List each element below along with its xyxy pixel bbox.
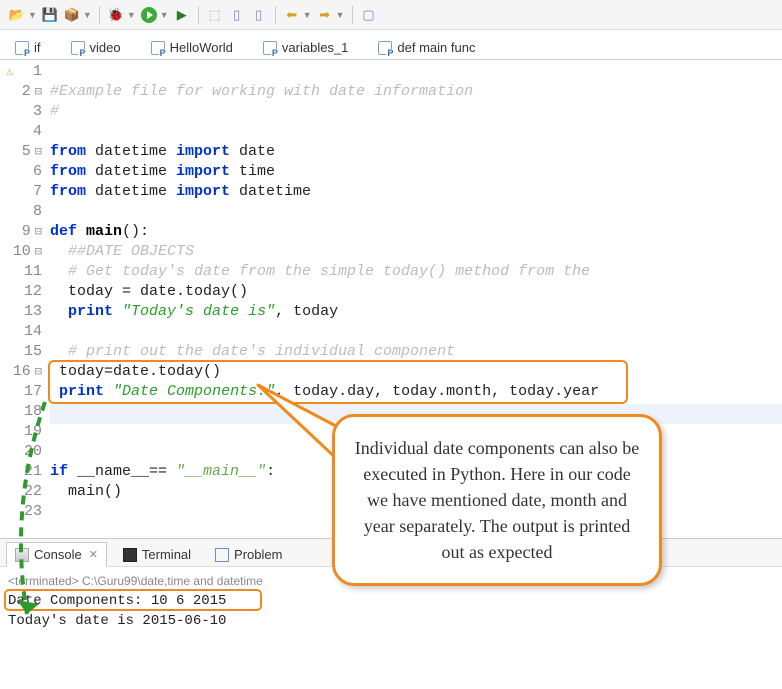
line-number: 22 bbox=[0, 482, 42, 502]
tab-console[interactable]: Console ✕ bbox=[6, 542, 107, 567]
annotation-callout: Individual date components can also be e… bbox=[332, 414, 662, 586]
box-icon[interactable]: ▯ bbox=[250, 6, 268, 24]
console-icon bbox=[15, 548, 29, 562]
close-icon[interactable]: ✕ bbox=[89, 548, 98, 561]
terminal-icon bbox=[123, 548, 137, 562]
doc-icon[interactable]: ▯ bbox=[228, 6, 246, 24]
line-number: 18 bbox=[0, 402, 42, 422]
python-file-icon bbox=[378, 41, 392, 55]
dropdown-icon[interactable]: ▼ bbox=[127, 10, 136, 20]
tab-problems[interactable]: Problem bbox=[207, 543, 290, 566]
wand-icon[interactable]: ⬚ bbox=[206, 6, 224, 24]
line-number: 6 bbox=[0, 162, 42, 182]
tab-label: variables_1 bbox=[282, 40, 349, 55]
dropdown-icon[interactable]: ▼ bbox=[28, 10, 37, 20]
line-number: 21 bbox=[0, 462, 42, 482]
line-number: 4 bbox=[0, 122, 42, 142]
console-line: Today's date is 2015-06-10 bbox=[8, 611, 774, 631]
tab-label: Console bbox=[34, 547, 82, 562]
code-line[interactable]: # bbox=[50, 102, 782, 122]
line-number: 12 bbox=[0, 282, 42, 302]
line-number: 3 bbox=[0, 102, 42, 122]
code-line[interactable]: from datetime import datetime bbox=[50, 182, 782, 202]
dropdown-icon[interactable]: ▼ bbox=[303, 10, 312, 20]
console-line: Date Components: 10 6 2015 bbox=[8, 591, 774, 611]
tab-helloworld[interactable]: HelloWorld bbox=[144, 34, 244, 59]
separator bbox=[198, 6, 199, 24]
debug-icon[interactable]: 🐞 bbox=[107, 6, 125, 24]
line-number: 16 bbox=[0, 362, 42, 382]
package-icon[interactable]: 📦 bbox=[63, 6, 81, 24]
tab-def-main-func[interactable]: def main func bbox=[371, 34, 486, 59]
line-number: 10 bbox=[0, 242, 42, 262]
line-number: 23 bbox=[0, 502, 42, 522]
tab-label: video bbox=[90, 40, 121, 55]
dropdown-icon[interactable]: ▼ bbox=[336, 10, 345, 20]
open-icon[interactable]: 📂 bbox=[8, 6, 26, 24]
line-number: 8 bbox=[0, 202, 42, 222]
tab-variables-1[interactable]: variables_1 bbox=[256, 34, 360, 59]
line-number: 2 bbox=[0, 82, 42, 102]
tab-label: Problem bbox=[234, 547, 282, 562]
separator bbox=[275, 6, 276, 24]
code-line[interactable] bbox=[50, 202, 782, 222]
save-icon[interactable]: 💾 bbox=[41, 6, 59, 24]
code-line[interactable]: from datetime import date bbox=[50, 142, 782, 162]
code-line[interactable] bbox=[50, 322, 782, 342]
python-file-icon bbox=[71, 41, 85, 55]
line-number: 19 bbox=[0, 422, 42, 442]
tab-label: Terminal bbox=[142, 547, 191, 562]
line-number: 14 bbox=[0, 322, 42, 342]
code-line[interactable]: ##DATE OBJECTS bbox=[50, 242, 782, 262]
line-gutter: 1234567891011121314151617181920212223 bbox=[0, 62, 50, 538]
separator bbox=[99, 6, 100, 24]
line-number: 15 bbox=[0, 342, 42, 362]
code-line[interactable]: # Get today's date from the simple today… bbox=[50, 262, 782, 282]
line-number: 17 bbox=[0, 382, 42, 402]
code-line[interactable] bbox=[50, 122, 782, 142]
code-line[interactable]: # print out the date's individual compon… bbox=[50, 342, 782, 362]
python-file-icon bbox=[263, 41, 277, 55]
code-line[interactable]: today=date.today() bbox=[50, 362, 782, 382]
line-number: 9 bbox=[0, 222, 42, 242]
tab-label: if bbox=[34, 40, 41, 55]
run-icon[interactable] bbox=[140, 6, 158, 24]
python-file-icon bbox=[151, 41, 165, 55]
line-number: 7 bbox=[0, 182, 42, 202]
launch-icon[interactable]: ▶ bbox=[173, 6, 191, 24]
callout-text: Individual date components can also be e… bbox=[355, 438, 639, 562]
line-number: 11 bbox=[0, 262, 42, 282]
tab-if[interactable]: if bbox=[8, 34, 52, 59]
tab-label: def main func bbox=[397, 40, 475, 55]
line-number: 13 bbox=[0, 302, 42, 322]
code-line[interactable]: print "Date Components:", today.day, tod… bbox=[50, 382, 782, 402]
code-line[interactable]: from datetime import time bbox=[50, 162, 782, 182]
editor-tabbar: if video HelloWorld variables_1 def main… bbox=[0, 30, 782, 60]
dropdown-icon[interactable]: ▼ bbox=[160, 10, 169, 20]
dropdown-icon[interactable]: ▼ bbox=[83, 10, 92, 20]
forward-icon[interactable]: ➡ bbox=[316, 6, 334, 24]
stop-icon[interactable]: ▢ bbox=[360, 6, 378, 24]
code-line[interactable] bbox=[50, 62, 782, 82]
code-line[interactable]: print "Today's date is", today bbox=[50, 302, 782, 322]
tab-label: HelloWorld bbox=[170, 40, 233, 55]
python-file-icon bbox=[15, 41, 29, 55]
line-number: 1 bbox=[0, 62, 42, 82]
code-line[interactable]: today = date.today() bbox=[50, 282, 782, 302]
problems-icon bbox=[215, 548, 229, 562]
line-number: 5 bbox=[0, 142, 42, 162]
code-line[interactable]: #Example file for working with date info… bbox=[50, 82, 782, 102]
main-toolbar: 📂▼ 💾 📦▼ 🐞▼ ▼ ▶ ⬚ ▯ ▯ ⬅▼ ➡▼ ▢ bbox=[0, 0, 782, 30]
code-line[interactable]: def main(): bbox=[50, 222, 782, 242]
line-number: 20 bbox=[0, 442, 42, 462]
separator bbox=[352, 6, 353, 24]
tab-terminal[interactable]: Terminal bbox=[115, 543, 199, 566]
tab-video[interactable]: video bbox=[64, 34, 132, 59]
back-icon[interactable]: ⬅ bbox=[283, 6, 301, 24]
